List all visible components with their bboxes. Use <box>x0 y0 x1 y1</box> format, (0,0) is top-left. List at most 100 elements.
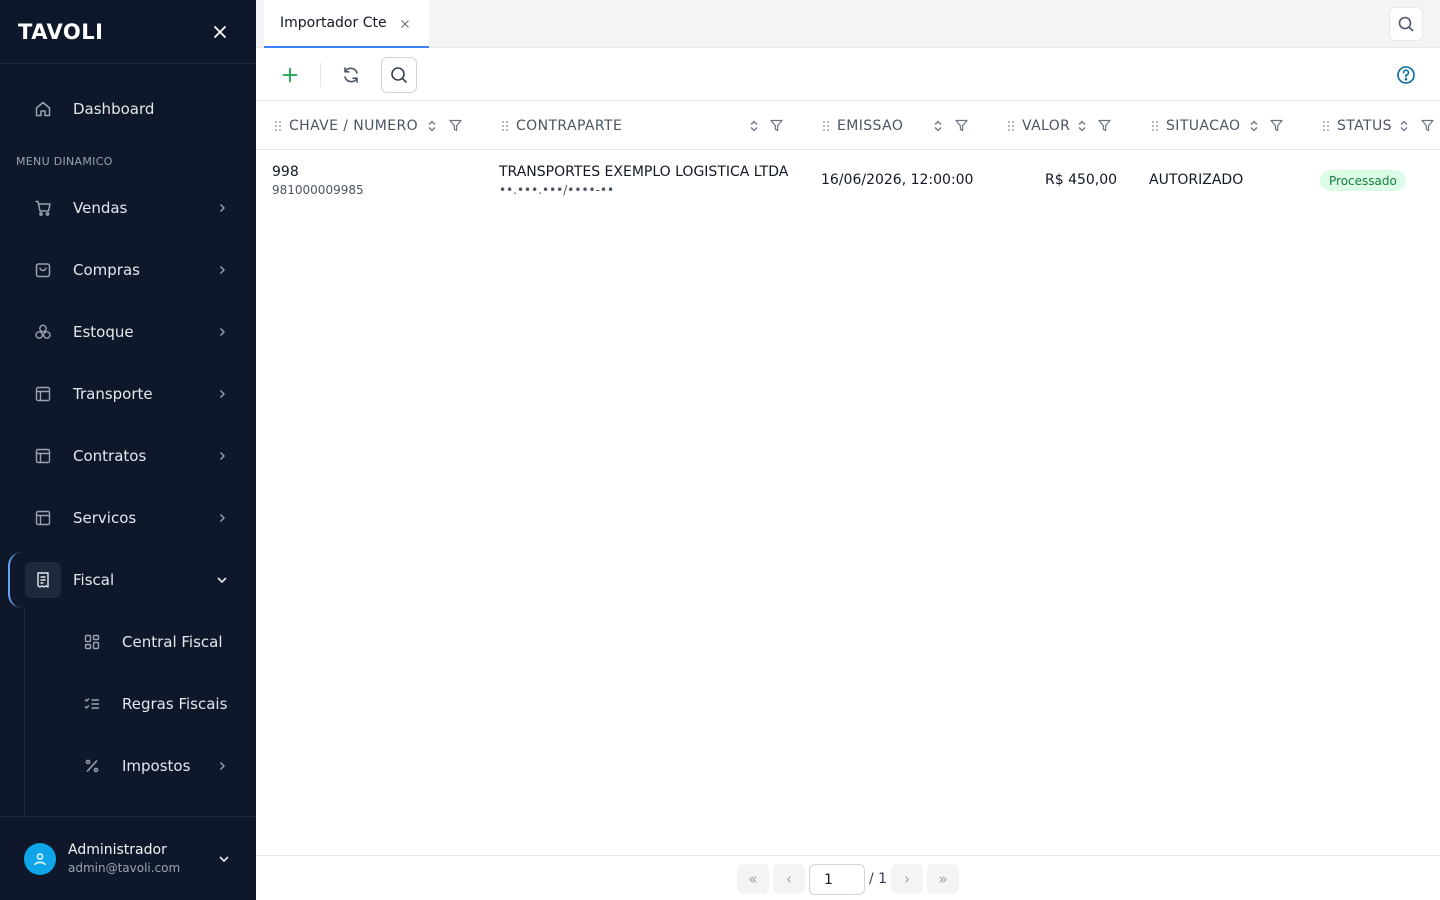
close-icon <box>214 25 226 38</box>
prev-page-button[interactable]: ‹ <box>773 864 805 894</box>
sort-icon[interactable] <box>931 119 945 133</box>
page-total: / 1 <box>869 871 888 887</box>
sidebar-item-label: Compras <box>73 261 140 279</box>
filter-icon[interactable] <box>1420 119 1434 133</box>
boxes-icon <box>31 320 55 344</box>
page-number-input[interactable] <box>809 864 865 895</box>
global-search-button[interactable] <box>1389 7 1423 41</box>
sidebar-item-estoque[interactable]: Estoque <box>0 310 256 354</box>
logo: TAVOLI <box>18 19 104 44</box>
column-header-situacao[interactable]: SITUACAO <box>1151 101 1301 150</box>
plus-icon <box>282 67 298 83</box>
chevron-down-icon <box>216 851 232 867</box>
sidebar-item-servicos[interactable]: Servicos <box>0 496 256 540</box>
sort-icon[interactable] <box>1247 119 1261 133</box>
chevron-right-icon <box>214 324 230 340</box>
sidebar-subitem-regras-fiscais[interactable]: Regras Fiscais <box>0 682 256 726</box>
user-name: Administrador <box>68 842 167 858</box>
sort-icon[interactable] <box>1397 119 1411 133</box>
chevron-right-icon <box>214 448 230 464</box>
column-header-valor[interactable]: VALOR <box>1007 101 1137 150</box>
help-icon <box>1397 66 1415 84</box>
cell-chave: 981000009985 <box>272 183 364 197</box>
checklist-icon <box>80 692 104 716</box>
sidebar-item-fiscal[interactable]: Fiscal <box>0 558 256 602</box>
tab-importador-cte[interactable]: Importador Cte <box>264 0 429 48</box>
filter-icon[interactable] <box>1269 119 1283 133</box>
drag-handle-icon[interactable] <box>501 120 509 132</box>
next-page-button[interactable]: › <box>891 864 923 894</box>
toolbar-divider <box>320 63 321 87</box>
filter-icon[interactable] <box>954 119 968 133</box>
help-button[interactable] <box>1388 57 1424 93</box>
tab-bar: Importador Cte <box>256 0 1440 48</box>
sidebar-item-label: Transporte <box>73 385 153 403</box>
sidebar-item-label: Fiscal <box>73 571 115 589</box>
chevron-down-icon <box>214 572 230 588</box>
cell-numero: 998 <box>272 164 299 180</box>
search-button[interactable] <box>381 57 417 93</box>
sidebar-item-label: Dashboard <box>73 100 155 118</box>
column-header-status[interactable]: STATUS <box>1322 101 1440 150</box>
sidebar-subitem-label: Impostos <box>122 757 191 775</box>
tab-label: Importador Cte <box>280 15 387 31</box>
last-page-button[interactable]: » <box>927 864 959 894</box>
home-icon <box>31 97 55 121</box>
chevron-right-icon <box>214 386 230 402</box>
search-icon <box>391 67 408 84</box>
sort-icon[interactable] <box>1075 119 1089 133</box>
drag-handle-icon[interactable] <box>1322 120 1330 132</box>
column-label: SITUACAO <box>1166 117 1241 134</box>
sidebar-subitem-impostos[interactable]: Impostos <box>0 744 256 788</box>
user-menu[interactable]: Administrador admin@tavoli.com <box>0 816 256 900</box>
layout-icon <box>31 382 55 406</box>
drag-handle-icon[interactable] <box>1151 120 1159 132</box>
bag-icon <box>31 258 55 282</box>
avatar <box>24 843 56 875</box>
table-header: CHAVE / NUMERO CONTRAPARTE EMISSAO VALOR… <box>256 101 1440 150</box>
filter-icon[interactable] <box>1097 119 1111 133</box>
sidebar-nav: Dashboard MENU DINAMICO Vendas Compras E… <box>0 64 256 816</box>
sidebar-item-compras[interactable]: Compras <box>0 248 256 292</box>
sidebar-subitem-label: Regras Fiscais <box>122 695 228 713</box>
user-email: admin@tavoli.com <box>68 861 181 875</box>
column-label: CONTRAPARTE <box>516 117 623 134</box>
first-page-button[interactable]: « <box>737 864 769 894</box>
sidebar-item-vendas[interactable]: Vendas <box>0 186 256 230</box>
cell-valor: R$ 450,00 <box>1045 172 1118 188</box>
sidebar-subitem-label: Central Fiscal <box>122 633 223 651</box>
chevron-right-icon <box>214 510 230 526</box>
drag-handle-icon[interactable] <box>1007 120 1015 132</box>
sidebar-item-dashboard[interactable]: Dashboard <box>0 87 256 131</box>
sidebar-subitem-central-fiscal[interactable]: Central Fiscal <box>0 620 256 664</box>
chevron-right-icon <box>214 200 230 216</box>
sidebar-item-contratos[interactable]: Contratos <box>0 434 256 478</box>
sidebar-header: TAVOLI <box>0 0 256 64</box>
filter-icon[interactable] <box>769 119 783 133</box>
sidebar-item-label: Vendas <box>73 199 128 217</box>
sort-icon[interactable] <box>747 119 761 133</box>
percent-icon <box>80 754 104 778</box>
column-header-emissao[interactable]: EMISSAO <box>822 101 982 150</box>
close-tab-button[interactable] <box>398 17 412 31</box>
sidebar-item-transporte[interactable]: Transporte <box>0 372 256 416</box>
cell-situacao: AUTORIZADO <box>1149 172 1244 188</box>
toolbar <box>256 48 1440 101</box>
grid-icon <box>80 630 104 654</box>
layout-icon <box>31 506 55 530</box>
cart-icon <box>31 196 55 220</box>
table-row[interactable]: 998 981000009985 TRANSPORTES EXEMPLO LOG… <box>256 150 1440 210</box>
column-header-chave-numero[interactable]: CHAVE / NUMERO <box>274 101 484 150</box>
close-sidebar-button[interactable] <box>208 20 232 44</box>
add-button[interactable] <box>272 57 308 93</box>
refresh-button[interactable] <box>333 57 369 93</box>
sidebar-item-label: Contratos <box>73 447 147 465</box>
column-label: STATUS <box>1337 117 1392 134</box>
sort-icon[interactable] <box>425 119 439 133</box>
cell-emissao: 16/06/2026, 12:00:00 <box>821 172 974 188</box>
filter-icon[interactable] <box>448 119 462 133</box>
drag-handle-icon[interactable] <box>822 120 830 132</box>
drag-handle-icon[interactable] <box>274 120 282 132</box>
column-header-contraparte[interactable]: CONTRAPARTE <box>501 101 791 150</box>
sidebar-item-label: Estoque <box>73 323 134 341</box>
